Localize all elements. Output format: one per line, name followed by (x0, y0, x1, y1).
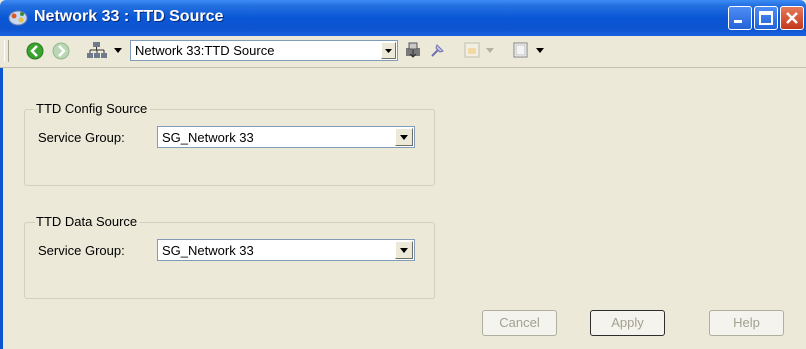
chevron-down-icon[interactable] (114, 48, 122, 54)
data-service-group-value: SG_Network 33 (162, 243, 254, 258)
config-service-group-value: SG_Network 33 (162, 130, 254, 145)
network-icon[interactable] (86, 41, 108, 61)
ttd-config-source-group: TTD Config Source Service Group: SG_Netw… (24, 101, 435, 186)
data-dropdown-button[interactable] (395, 241, 413, 259)
address-value: Network 33:TTD Source (135, 43, 275, 58)
network-app-icon (8, 10, 28, 26)
view-icon (464, 42, 480, 58)
toolbar-grip[interactable] (4, 40, 9, 62)
service-group-label: Service Group: (38, 243, 125, 258)
data-service-group-select[interactable]: SG_Network 33 (157, 239, 415, 261)
pin-icon[interactable] (428, 40, 448, 60)
chevron-down-icon[interactable] (536, 48, 544, 54)
group-title: TTD Data Source (35, 214, 141, 229)
title-bar[interactable]: Network 33 : TTD Source (0, 0, 806, 36)
back-icon[interactable] (26, 42, 44, 60)
chevron-down-icon (486, 48, 494, 53)
close-button[interactable] (780, 6, 804, 30)
chevron-down-icon (400, 135, 408, 140)
print-icon[interactable] (403, 40, 423, 60)
address-dropdown-button[interactable] (381, 42, 396, 59)
forward-icon[interactable] (52, 42, 70, 60)
maximize-button[interactable] (754, 6, 778, 30)
ttd-data-source-group: TTD Data Source Service Group: SG_Networ… (24, 214, 435, 299)
config-service-group-select[interactable]: SG_Network 33 (157, 126, 415, 148)
help-button[interactable]: Help (709, 310, 784, 336)
toolbar: Network 33:TTD Source (0, 36, 806, 68)
config-dropdown-button[interactable] (395, 128, 413, 146)
window-frame (0, 36, 3, 349)
minimize-icon (734, 20, 742, 23)
chevron-down-icon (400, 248, 408, 253)
page-icon[interactable] (512, 41, 530, 59)
apply-button[interactable]: Apply (590, 310, 665, 336)
chevron-down-icon (385, 49, 392, 53)
close-icon (786, 12, 798, 24)
window-title: Network 33 : TTD Source (34, 8, 224, 25)
group-title: TTD Config Source (35, 101, 151, 116)
address-combo[interactable]: Network 33:TTD Source (130, 40, 398, 61)
service-group-label: Service Group: (38, 130, 125, 145)
dialog-window: Network 33 : TTD Source Network 33:TTD S… (0, 0, 806, 349)
cancel-button[interactable]: Cancel (482, 310, 557, 336)
maximize-icon (759, 11, 773, 25)
minimize-button[interactable] (728, 6, 752, 30)
